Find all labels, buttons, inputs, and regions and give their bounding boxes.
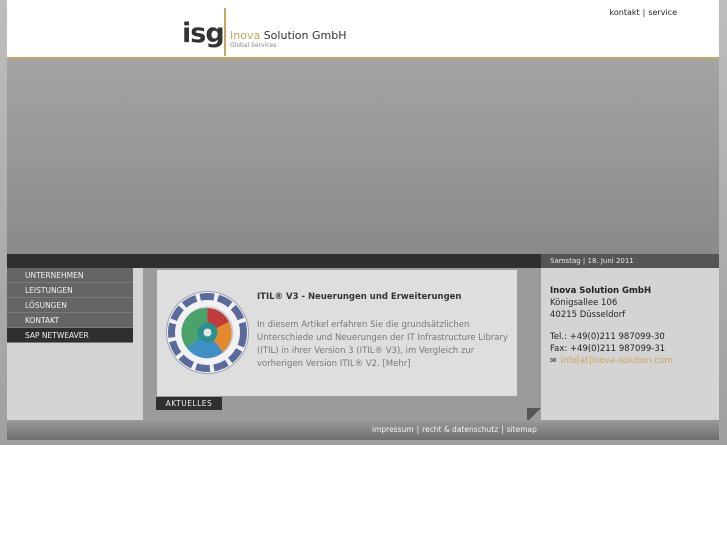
footer-recht-datenschutz-link[interactable]: recht & datenschutz (422, 425, 498, 434)
date-display: Samstag | 18. Juni 2011 (541, 254, 719, 268)
contact-phone: Tel.: +49(0)211 987099-30 (550, 332, 665, 342)
footer-navigation: impressum | recht & datenschutz | sitemap (372, 425, 537, 434)
nav-item-kontakt[interactable]: KONTAKT (7, 313, 133, 328)
footer-separator: | (501, 425, 504, 434)
nav-item-leistungen[interactable]: LEISTUNGEN (7, 283, 133, 298)
logo-brand: Inova Solution GmbH (230, 30, 347, 41)
logo-subtitle: Global Services (230, 42, 277, 49)
contact-email-link[interactable]: info[at]inova-solution.com (561, 356, 673, 366)
contact-street: Königsallee 106 (550, 298, 618, 308)
logo-mark: isg (182, 18, 225, 49)
aktuelles-tab[interactable]: AKTUELLES (156, 397, 222, 410)
footer-impressum-link[interactable]: impressum (372, 425, 414, 434)
contact-fax: Fax: +49(0)211 987099-31 (550, 344, 666, 354)
topnav-kontakt-link[interactable]: kontakt (610, 8, 640, 17)
logo-divider (224, 8, 226, 56)
nav-item-loesungen[interactable]: LÖSUNGEN (7, 298, 133, 313)
logo-brand-rest: Solution GmbH (260, 29, 347, 42)
footer-bar (7, 420, 719, 440)
topnav-service-link[interactable]: service (648, 8, 677, 17)
contact-company: Inova Solution GmbH (550, 286, 652, 296)
main-navigation: UNTERNEHMEN LEISTUNGEN LÖSUNGEN KONTAKT … (7, 268, 133, 343)
footer-separator: | (416, 425, 420, 434)
top-navigation: kontakt | service (610, 8, 677, 17)
nav-item-sap-netweaver[interactable]: SAP NETWEAVER (7, 328, 133, 343)
header: isg Inova Solution GmbH Global Services … (7, 0, 719, 59)
section-bar (7, 254, 541, 268)
footer-sitemap-link[interactable]: sitemap (507, 425, 537, 434)
contact-email-row: ✉ info[at]inova-solution.com (550, 355, 673, 367)
envelope-icon: ✉ (550, 356, 557, 365)
contact-city: 40215 Düsseldorf (550, 310, 626, 320)
nav-item-unternehmen[interactable]: UNTERNEHMEN (7, 268, 133, 283)
article-body[interactable]: In diesem Artikel erfahren Sie die grund… (257, 319, 512, 371)
contact-spacer (550, 321, 673, 331)
article-title[interactable]: ITIL® V3 - Neuerungen und Erweiterungen (257, 292, 462, 302)
contact-info: Inova Solution GmbH Königsallee 106 4021… (550, 285, 673, 367)
logo-brand-accent: Inova (230, 29, 261, 42)
itil-lifecycle-diagram-icon[interactable] (165, 290, 250, 375)
banner-area (7, 59, 719, 254)
topnav-separator: | (642, 8, 646, 17)
news-article: ITIL® V3 - Neuerungen und Erweiterungen … (157, 270, 517, 396)
